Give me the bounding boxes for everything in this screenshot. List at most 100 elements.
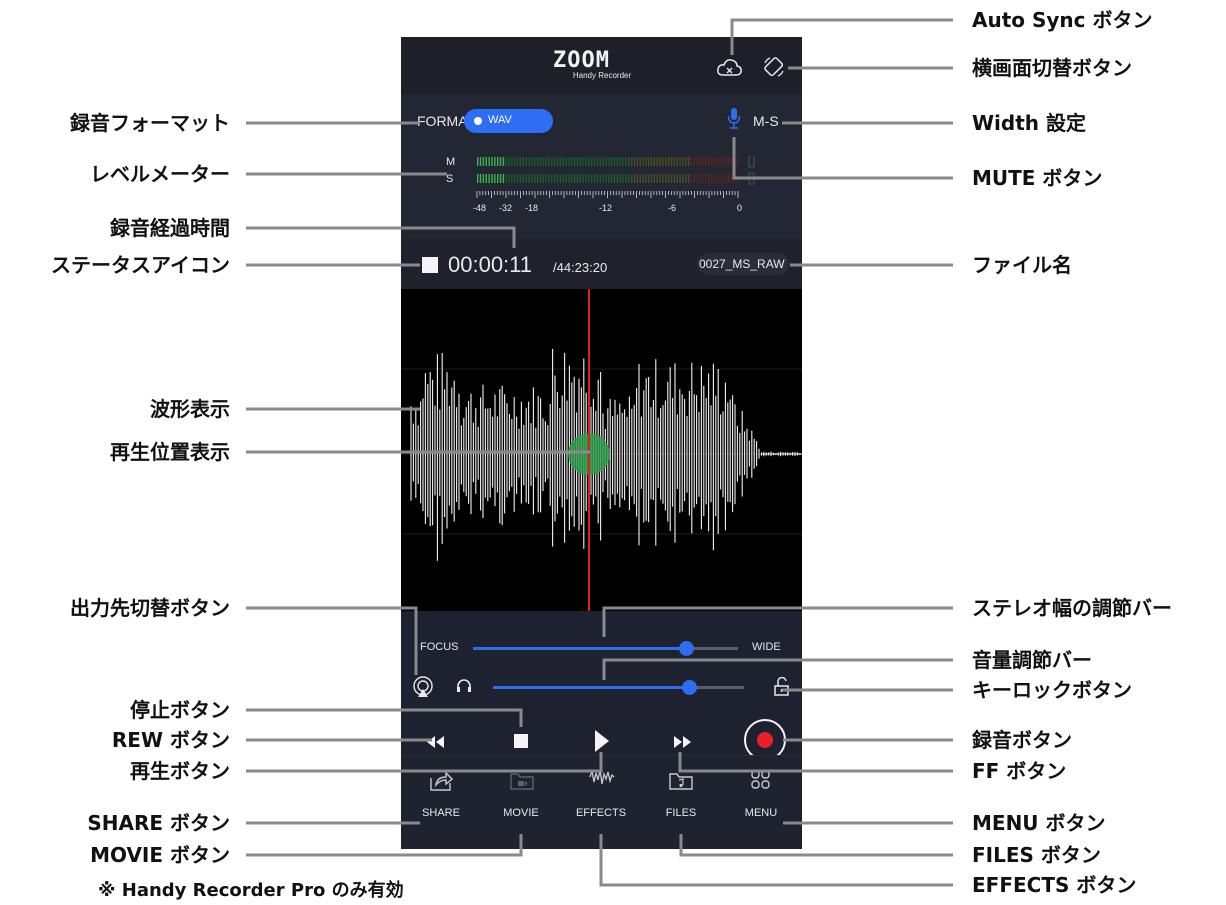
meter-segment bbox=[699, 157, 701, 166]
meter-segment bbox=[556, 174, 559, 183]
meter-segment bbox=[727, 157, 730, 166]
meter-segment bbox=[713, 174, 715, 183]
meter-segment bbox=[696, 174, 698, 183]
meter-segment bbox=[639, 157, 641, 166]
meter-label-s: S bbox=[446, 173, 454, 185]
tab-files-label: FILES bbox=[665, 807, 697, 819]
meter-segment bbox=[519, 174, 522, 183]
zoom-logo: ZOOM bbox=[553, 49, 609, 71]
meter-segment bbox=[727, 174, 730, 183]
format-pill[interactable]: WAV bbox=[464, 109, 553, 133]
meter-segment bbox=[676, 174, 678, 183]
level-meter: -48 -32 -18 -12 -6 0 bbox=[473, 156, 755, 213]
meter-segment bbox=[534, 157, 536, 166]
key-lock-icon[interactable] bbox=[773, 677, 791, 697]
meter-segment bbox=[536, 174, 539, 183]
meter-segment bbox=[585, 174, 587, 183]
callout-elapsed-time: 録音経過時間 bbox=[110, 216, 230, 240]
time-row: 00:00:11 /44:23:20 0027_MS_RAW bbox=[401, 239, 802, 289]
meter-segment bbox=[648, 174, 650, 183]
meter-segment bbox=[516, 157, 519, 166]
meter-tick-label: 0 bbox=[737, 203, 742, 213]
meter-segment bbox=[724, 174, 727, 183]
headphone-icon bbox=[457, 679, 471, 692]
stop-button[interactable] bbox=[514, 734, 528, 748]
meter-segment bbox=[556, 157, 559, 166]
meter-segment bbox=[716, 174, 718, 183]
meter-segment bbox=[622, 157, 624, 166]
meter-segment bbox=[485, 157, 487, 166]
meter-segment bbox=[496, 174, 499, 183]
rotate-screen-icon[interactable] bbox=[762, 55, 786, 79]
meter-segment bbox=[733, 157, 735, 166]
meter-segment bbox=[551, 157, 553, 166]
recorder-screen: ZOOM Handy Recorder FORMAT WAV M-S M S -… bbox=[401, 37, 802, 849]
play-button[interactable] bbox=[593, 729, 611, 753]
meter-segment bbox=[608, 174, 610, 183]
meter-segment bbox=[525, 174, 527, 183]
meter-segment bbox=[502, 157, 505, 166]
callout-menu: MENU ボタン bbox=[972, 811, 1106, 835]
stereo-width-knob[interactable] bbox=[679, 641, 694, 656]
meter-segment bbox=[716, 157, 718, 166]
meter-segment bbox=[673, 157, 676, 166]
meter-segment bbox=[508, 174, 510, 183]
effects-icon bbox=[589, 769, 615, 785]
meter-segment bbox=[548, 157, 550, 166]
fast-forward-button[interactable] bbox=[671, 734, 693, 750]
pro-only-note: ※ Handy Recorder Pro のみ有効 bbox=[98, 880, 404, 901]
meter-segment bbox=[636, 174, 638, 183]
callout-waveform: 波形表示 bbox=[150, 397, 230, 421]
meter-segment bbox=[553, 174, 556, 183]
status-stop-icon bbox=[422, 257, 438, 273]
meter-segment bbox=[505, 157, 507, 166]
meter-segment bbox=[508, 157, 510, 166]
meter-segment bbox=[687, 157, 690, 166]
meter-segment bbox=[625, 174, 627, 183]
file-name-pill[interactable]: 0027_MS_RAW bbox=[697, 253, 789, 275]
meter-segment bbox=[690, 157, 693, 166]
meter-segment bbox=[571, 174, 573, 183]
meter-segment bbox=[705, 174, 707, 183]
callout-stop: 停止ボタン bbox=[130, 698, 230, 722]
rewind-button[interactable] bbox=[425, 734, 447, 750]
callout-key-lock: キーロックボタン bbox=[972, 678, 1132, 702]
meter-segment bbox=[599, 174, 601, 183]
meter-segment bbox=[682, 174, 684, 183]
meter-segment bbox=[665, 157, 667, 166]
meter-segment bbox=[502, 174, 505, 183]
callout-level-meter: レベルメーター bbox=[90, 162, 230, 186]
meter-segment bbox=[522, 174, 524, 183]
output-switch-icon[interactable] bbox=[411, 675, 435, 699]
meter-segment bbox=[710, 174, 713, 183]
meter-segment bbox=[602, 174, 604, 183]
meter-segment bbox=[559, 174, 562, 183]
meter-segment bbox=[645, 174, 647, 183]
volume-knob[interactable] bbox=[682, 680, 697, 695]
meter-segment bbox=[576, 157, 579, 166]
mic-mute-icon[interactable] bbox=[727, 107, 741, 131]
meter-segment bbox=[579, 174, 581, 183]
record-icon bbox=[757, 732, 773, 748]
meter-segment bbox=[496, 157, 499, 166]
format-value: WAV bbox=[488, 114, 512, 126]
meter-segment bbox=[662, 157, 664, 166]
meter-segment bbox=[477, 157, 479, 166]
meter-segment bbox=[568, 157, 570, 166]
meter-segment bbox=[571, 157, 573, 166]
level-panel: FORMAT WAV M-S M S -48 -32 -18 -12 -6 0 bbox=[401, 94, 802, 239]
width-value[interactable]: M-S bbox=[753, 113, 779, 129]
file-name: 0027_MS_RAW bbox=[699, 257, 785, 271]
auto-sync-cloud-icon[interactable] bbox=[716, 56, 744, 78]
meter-segment bbox=[667, 157, 670, 166]
meter-segment bbox=[705, 157, 707, 166]
meter-segment bbox=[707, 157, 710, 166]
meter-segment bbox=[670, 157, 673, 166]
waveform-display[interactable] bbox=[401, 289, 802, 611]
meter-segment bbox=[613, 174, 616, 183]
meter-segment bbox=[633, 174, 636, 183]
meter-segment bbox=[662, 174, 664, 183]
meter-segment bbox=[724, 157, 727, 166]
meter-segment bbox=[499, 174, 502, 183]
callout-playhead: 再生位置表示 bbox=[110, 440, 230, 464]
